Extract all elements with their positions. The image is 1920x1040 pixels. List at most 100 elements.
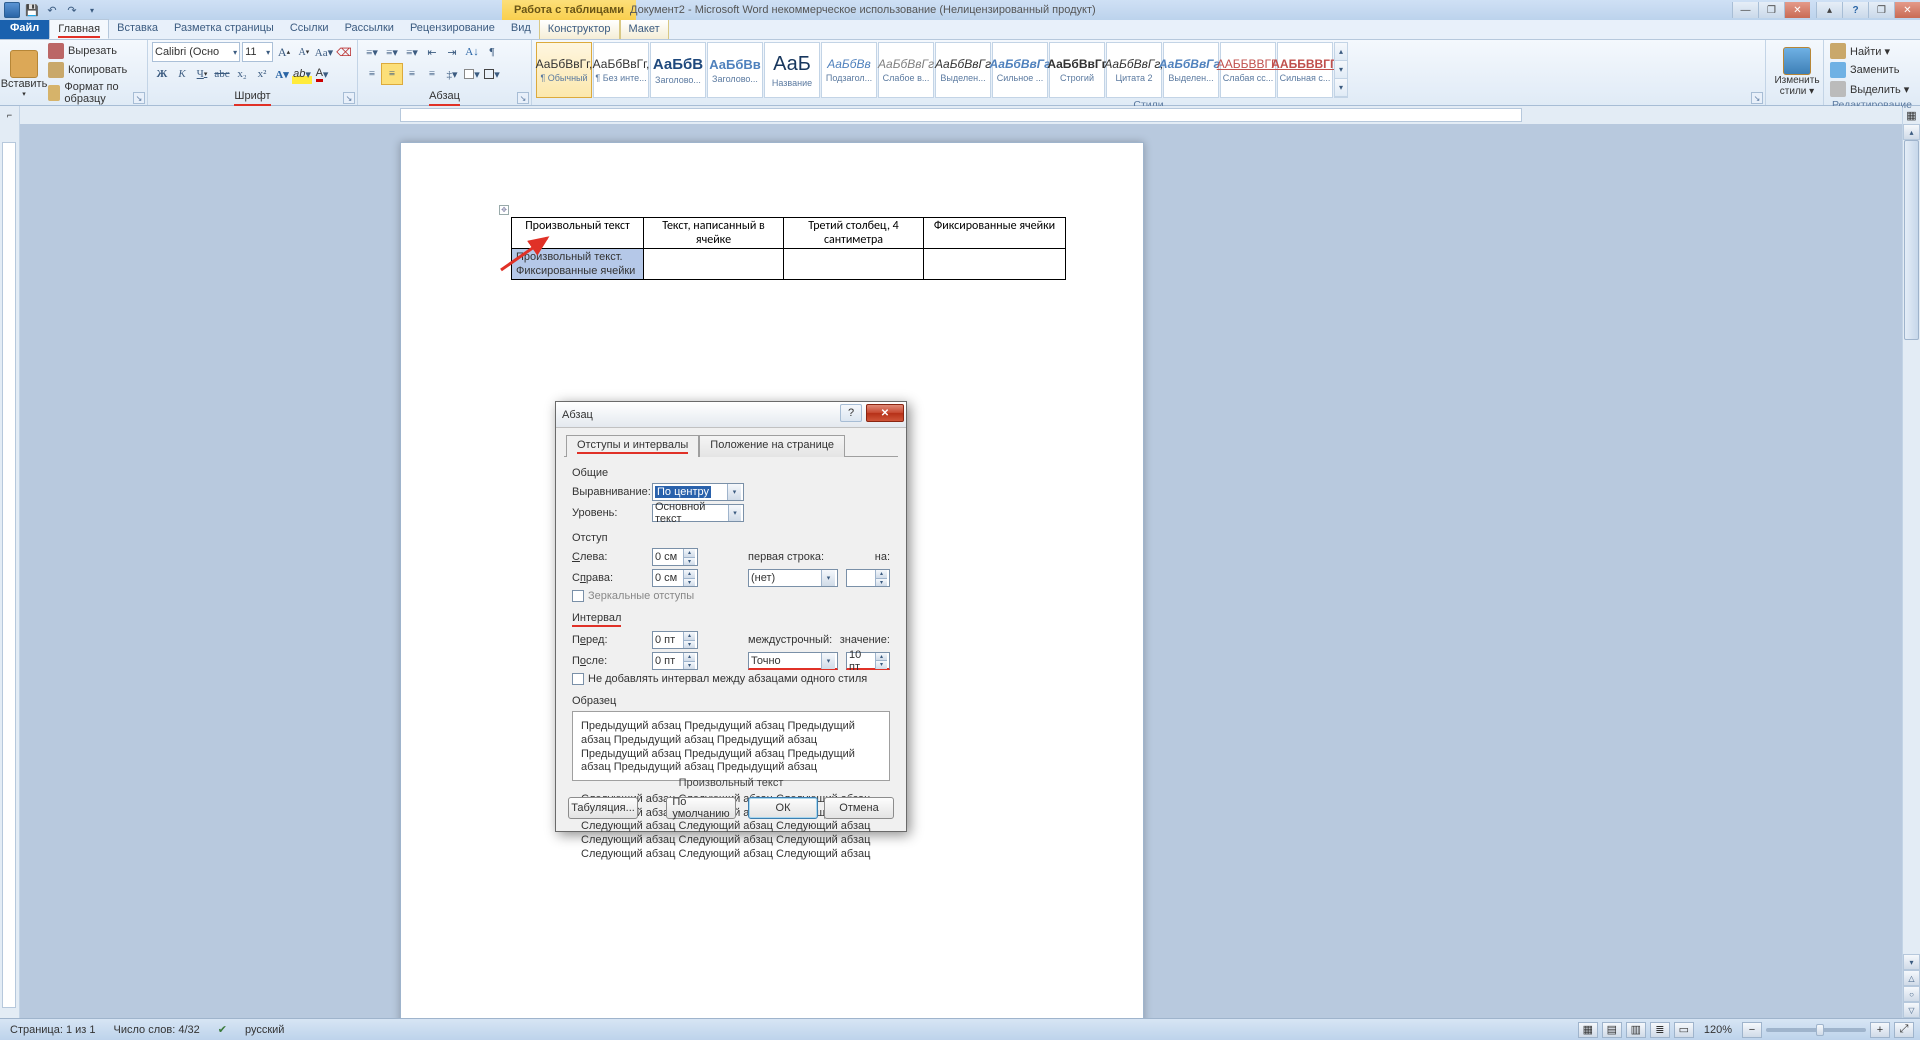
style-item[interactable]: АаБбВЗаголово...: [650, 42, 706, 98]
right-spinner[interactable]: 0 см▴▾: [652, 569, 698, 587]
numbering-button[interactable]: ≡▾: [382, 42, 402, 62]
style-item[interactable]: АаБбВвГг,Выделен...: [1163, 42, 1219, 98]
table-cell[interactable]: [924, 249, 1066, 280]
bold-button[interactable]: Ж: [152, 64, 172, 84]
home-tab[interactable]: Главная: [49, 19, 109, 39]
gallery-scroll-button[interactable]: ▾: [1335, 61, 1347, 79]
document-canvas[interactable]: ✥ Произвольный текст Текст, написанный в…: [20, 124, 1902, 1018]
status-page[interactable]: Страница: 1 из 1: [6, 1024, 100, 1036]
increase-indent-button[interactable]: ⇥: [442, 42, 462, 62]
web-layout-view-button[interactable]: ▥: [1626, 1022, 1646, 1038]
shrink-font-button[interactable]: A▾: [295, 42, 313, 62]
style-item[interactable]: АаБбВвГгВыделен...: [935, 42, 991, 98]
firstline-combo[interactable]: (нет)▾: [748, 569, 838, 587]
table-cell[interactable]: Произвольный текст.Фиксированные ячейки: [512, 249, 644, 280]
change-styles-button[interactable]: Изменить стили ▾: [1770, 42, 1824, 102]
zoom-in-button[interactable]: +: [1870, 1022, 1890, 1038]
inner-restore-button[interactable]: ❐: [1868, 2, 1894, 18]
status-proofing[interactable]: ✔: [214, 1023, 231, 1036]
multilevel-button[interactable]: ≡▾: [402, 42, 422, 62]
references-tab[interactable]: Ссылки: [282, 19, 337, 39]
vertical-scrollbar[interactable]: ▴ ▾ △ ○ ▽: [1902, 124, 1920, 1018]
horizontal-ruler[interactable]: [20, 106, 1902, 124]
style-item[interactable]: АаБбВвГгСильное ...: [992, 42, 1048, 98]
table-cell[interactable]: [784, 249, 924, 280]
style-item[interactable]: АаБбВвПодзагол...: [821, 42, 877, 98]
style-item[interactable]: АаБбВвГгСлабое в...: [878, 42, 934, 98]
gallery-more-button[interactable]: ▾: [1335, 79, 1347, 97]
qat-more-icon[interactable]: ▾: [84, 2, 100, 18]
view-tab[interactable]: Вид: [503, 19, 539, 39]
ribbon-minimize-button[interactable]: ▴: [1816, 2, 1842, 18]
italic-button[interactable]: К: [172, 64, 192, 84]
align-left-button[interactable]: ≡: [362, 64, 382, 84]
align-center-button[interactable]: ≡: [382, 64, 402, 84]
decrease-indent-button[interactable]: ⇤: [422, 42, 442, 62]
zoom-out-button[interactable]: −: [1742, 1022, 1762, 1038]
table-cell[interactable]: Произвольный текст: [512, 218, 644, 249]
redo-icon[interactable]: ↷: [64, 2, 80, 18]
cut-button[interactable]: Вырезать: [46, 42, 143, 60]
status-language[interactable]: русский: [241, 1024, 288, 1036]
tabs-button[interactable]: Табуляция...: [568, 797, 638, 819]
print-layout-view-button[interactable]: ▦: [1578, 1022, 1598, 1038]
dialog-close-button[interactable]: ✕: [866, 404, 904, 422]
superscript-button[interactable]: x²: [252, 64, 272, 84]
gallery-scroll-button[interactable]: ▴: [1335, 43, 1347, 61]
font-launcher[interactable]: ↘: [343, 92, 355, 104]
left-spinner[interactable]: 0 см▴▾: [652, 548, 698, 566]
after-spinner[interactable]: 0 пт▴▾: [652, 652, 698, 670]
insert-tab[interactable]: Вставка: [109, 19, 166, 39]
scroll-thumb[interactable]: [1904, 140, 1919, 340]
dialog-tab-indents[interactable]: Отступы и интервалы: [566, 435, 699, 457]
close-button[interactable]: ✕: [1784, 2, 1810, 18]
table-anchor-icon[interactable]: ✥: [499, 205, 509, 215]
before-spinner[interactable]: 0 пт▴▾: [652, 631, 698, 649]
highlight-button[interactable]: ab▾: [292, 64, 312, 84]
style-item[interactable]: ААББВВГГ,Слабая сс...: [1220, 42, 1276, 98]
find-button[interactable]: Найти ▾: [1828, 42, 1916, 60]
browse-object-button[interactable]: ○: [1903, 986, 1920, 1002]
prev-page-button[interactable]: △: [1903, 970, 1920, 986]
dialog-help-button[interactable]: ?: [840, 404, 862, 422]
style-item[interactable]: ААББВВГГ,Сильная с...: [1277, 42, 1333, 98]
style-item[interactable]: АаБбВвГгСтрогий: [1049, 42, 1105, 98]
zoom-slider[interactable]: [1766, 1028, 1866, 1032]
scroll-up-button[interactable]: ▴: [1903, 124, 1920, 140]
style-item[interactable]: АаБбВвГг,Цитата 2: [1106, 42, 1162, 98]
mirror-checkbox[interactable]: [572, 590, 584, 602]
table-cell[interactable]: [644, 249, 784, 280]
level-combo[interactable]: Основной текст▾: [652, 504, 744, 522]
table-cell[interactable]: Третий столбец, 4 сантиметра: [784, 218, 924, 249]
style-item[interactable]: АаБбВвЗаголово...: [707, 42, 763, 98]
text-effects-button[interactable]: A▾: [272, 64, 292, 84]
style-item[interactable]: АаБНазвание: [764, 42, 820, 98]
copy-button[interactable]: Копировать: [46, 61, 143, 79]
fullscreen-reading-view-button[interactable]: ▤: [1602, 1022, 1622, 1038]
ok-button[interactable]: ОК: [748, 797, 818, 819]
scroll-down-button[interactable]: ▾: [1903, 954, 1920, 970]
file-tab[interactable]: Файл: [0, 19, 49, 39]
paragraph-launcher[interactable]: ↘: [517, 92, 529, 104]
sort-button[interactable]: A↓: [462, 42, 482, 62]
strike-button[interactable]: abc: [212, 64, 232, 84]
noadd-checkbox[interactable]: [572, 673, 584, 685]
at-spinner[interactable]: 10 пт▴▾: [846, 652, 890, 670]
default-button[interactable]: По умолчанию: [666, 797, 736, 819]
zoom-level[interactable]: 120%: [1704, 1024, 1732, 1036]
table-layout-tab[interactable]: Макет: [620, 19, 669, 39]
outline-view-button[interactable]: ≣: [1650, 1022, 1670, 1038]
font-name-combo[interactable]: Calibri (Осно▾: [152, 42, 240, 62]
next-page-button[interactable]: ▽: [1903, 1002, 1920, 1018]
word-table[interactable]: Произвольный текст Текст, написанный в я…: [511, 217, 1066, 280]
page-layout-tab[interactable]: Разметка страницы: [166, 19, 282, 39]
draft-view-button[interactable]: ▭: [1674, 1022, 1694, 1038]
restore-button[interactable]: ❐: [1758, 2, 1784, 18]
borders-button[interactable]: ▾: [482, 64, 502, 84]
styles-launcher[interactable]: ↘: [1751, 92, 1763, 104]
bullets-button[interactable]: ≡▾: [362, 42, 382, 62]
paste-button[interactable]: Вставить▾: [4, 44, 44, 104]
table-design-tab[interactable]: Конструктор: [539, 19, 620, 39]
style-item[interactable]: АаБбВвГг,¶ Без инте...: [593, 42, 649, 98]
select-button[interactable]: Выделить ▾: [1828, 80, 1916, 98]
